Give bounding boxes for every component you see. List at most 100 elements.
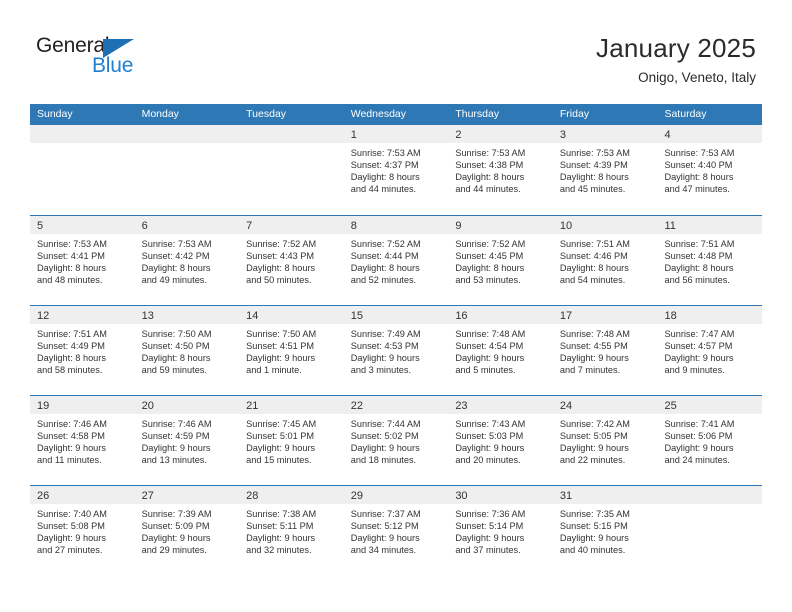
daylight-minutes-text: and 15 minutes. xyxy=(246,455,312,466)
day-cell[interactable]: 20 Sunrise: 7:46 AM Sunset: 4:59 PM Dayligh… xyxy=(134,396,240,485)
weekday-header-monday: Monday xyxy=(141,108,179,120)
sunrise-text: Sunrise: 7:43 AM xyxy=(455,419,526,429)
day-number-band: 27 xyxy=(134,486,240,504)
day-number: 4 xyxy=(664,129,671,141)
sunset-text: Sunset: 4:41 PM xyxy=(37,251,105,262)
daylight-minutes-text: and 48 minutes. xyxy=(37,275,103,286)
daylight-minutes-text: and 52 minutes. xyxy=(350,275,417,286)
day-cell[interactable]: 24 Sunrise: 7:42 AM Sunset: 5:05 PM Dayligh… xyxy=(552,396,658,485)
daylight-minutes-text: and 44 minutes. xyxy=(455,184,521,195)
sunrise-text: Sunrise: 7:44 AM xyxy=(350,419,421,429)
day-cell[interactable]: 30 Sunrise: 7:36 AM Sunset: 5:14 PM Dayligh… xyxy=(448,486,553,575)
day-number: 28 xyxy=(246,490,259,502)
day-cell[interactable]: 18 Sunrise: 7:47 AM Sunset: 4:57 PM Dayligh… xyxy=(657,306,763,395)
day-details: Sunrise: 7:36 AM Sunset: 5:14 PM Daylight:… xyxy=(448,504,553,556)
daylight-text: Daylight: 8 hours xyxy=(664,263,734,274)
day-cell[interactable]: 29 Sunrise: 7:37 AM Sunset: 5:12 PM Dayligh… xyxy=(343,486,449,575)
daylight-text: Daylight: 9 hours xyxy=(350,533,420,544)
day-cell[interactable]: 2 Sunrise: 7:53 AM Sunset: 4:38 PM Daylight… xyxy=(448,125,553,215)
day-cell[interactable]: 22 Sunrise: 7:44 AM Sunset: 5:02 PM Dayligh… xyxy=(343,396,449,485)
daylight-text: Daylight: 8 hours xyxy=(455,172,525,183)
sunrise-text: Sunrise: 7:38 AM xyxy=(246,509,317,519)
day-cell[interactable]: 19 Sunrise: 7:46 AM Sunset: 4:58 PM Dayligh… xyxy=(30,396,135,485)
day-number: 21 xyxy=(246,400,259,412)
day-number-band: 15 xyxy=(343,306,449,324)
day-number-band xyxy=(134,125,240,143)
sunset-text: Sunset: 5:03 PM xyxy=(455,431,524,442)
day-cell[interactable]: 6 Sunrise: 7:53 AM Sunset: 4:42 PM Daylight… xyxy=(134,216,240,305)
day-cell[interactable]: 5 Sunrise: 7:53 AM Sunset: 4:41 PM Daylight… xyxy=(30,216,135,305)
general-blue-logo[interactable]: General Blue xyxy=(36,32,236,88)
day-cell[interactable]: 3 Sunrise: 7:53 AM Sunset: 4:39 PM Daylight… xyxy=(552,125,658,215)
day-cell[interactable]: 4 Sunrise: 7:53 AM Sunset: 4:40 PM Daylight… xyxy=(657,125,763,215)
day-number-band: 13 xyxy=(134,306,240,324)
day-cell-empty xyxy=(30,125,135,215)
day-cell[interactable]: 31 Sunrise: 7:35 AM Sunset: 5:15 PM Dayligh… xyxy=(552,486,658,575)
sunrise-text: Sunrise: 7:46 AM xyxy=(141,419,212,429)
day-details: Sunrise: 7:51 AM Sunset: 4:46 PM Daylight:… xyxy=(553,234,658,286)
sunset-text: Sunset: 5:06 PM xyxy=(664,431,733,442)
day-details: Sunrise: 7:35 AM Sunset: 5:15 PM Daylight:… xyxy=(553,504,658,556)
day-cell[interactable]: 12 Sunrise: 7:51 AM Sunset: 4:49 PM Dayligh… xyxy=(30,306,135,395)
daylight-text: Daylight: 9 hours xyxy=(246,533,316,544)
day-cell[interactable]: 11 Sunrise: 7:51 AM Sunset: 4:48 PM Dayligh… xyxy=(657,216,763,305)
day-cell[interactable]: 1 Sunrise: 7:53 AM Sunset: 4:37 PM Daylight… xyxy=(343,125,449,215)
sunrise-text: Sunrise: 7:50 AM xyxy=(246,329,317,339)
day-cell-empty xyxy=(657,486,763,575)
day-number-band: 10 xyxy=(552,216,658,234)
sunset-text: Sunset: 4:59 PM xyxy=(141,431,210,442)
day-number: 26 xyxy=(37,490,50,502)
day-number: 2 xyxy=(455,129,462,141)
calendar-page: General Blue January 2025 Onigo, Veneto,… xyxy=(0,0,792,612)
sunset-text: Sunset: 4:55 PM xyxy=(559,341,628,352)
day-cell-empty xyxy=(239,125,344,215)
day-cell[interactable]: 8 Sunrise: 7:52 AM Sunset: 4:44 PM Daylight… xyxy=(343,216,449,305)
daylight-text: Daylight: 8 hours xyxy=(37,263,106,274)
daylight-text: Daylight: 9 hours xyxy=(559,533,629,544)
calendar-week-row: 12 Sunrise: 7:51 AM Sunset: 4:49 PM Dayligh… xyxy=(30,305,763,395)
sunset-text: Sunset: 5:11 PM xyxy=(246,521,314,532)
sunset-text: Sunset: 5:09 PM xyxy=(141,521,210,532)
daylight-minutes-text: and 7 minutes. xyxy=(559,365,621,376)
day-cell[interactable]: 21 Sunrise: 7:45 AM Sunset: 5:01 PM Dayligh… xyxy=(239,396,344,485)
day-cell[interactable]: 28 Sunrise: 7:38 AM Sunset: 5:11 PM Dayligh… xyxy=(239,486,344,575)
day-number-band: 6 xyxy=(134,216,240,234)
sunrise-text: Sunrise: 7:39 AM xyxy=(141,509,212,519)
day-cell[interactable]: 10 Sunrise: 7:51 AM Sunset: 4:46 PM Dayligh… xyxy=(552,216,658,305)
day-number-band: 18 xyxy=(657,306,763,324)
day-cell[interactable]: 17 Sunrise: 7:48 AM Sunset: 4:55 PM Dayligh… xyxy=(552,306,658,395)
daylight-minutes-text: and 24 minutes. xyxy=(664,455,730,466)
daylight-text: Daylight: 9 hours xyxy=(455,443,525,454)
daylight-minutes-text: and 18 minutes. xyxy=(350,455,417,466)
weekday-header-tuesday: Tuesday xyxy=(246,108,287,120)
day-number-band: 23 xyxy=(448,396,553,414)
sunrise-text: Sunrise: 7:53 AM xyxy=(350,148,421,158)
day-cell[interactable]: 9 Sunrise: 7:52 AM Sunset: 4:45 PM Daylight… xyxy=(448,216,553,305)
day-cell[interactable]: 23 Sunrise: 7:43 AM Sunset: 5:03 PM Dayligh… xyxy=(448,396,553,485)
day-cell[interactable]: 13 Sunrise: 7:50 AM Sunset: 4:50 PM Dayligh… xyxy=(134,306,240,395)
daylight-minutes-text: and 44 minutes. xyxy=(350,184,417,195)
day-number: 10 xyxy=(559,220,573,232)
sunset-text: Sunset: 5:01 PM xyxy=(246,431,315,442)
daylight-minutes-text: and 34 minutes. xyxy=(350,545,417,556)
day-number-band: 31 xyxy=(552,486,658,504)
sunrise-text: Sunrise: 7:36 AM xyxy=(455,509,526,519)
day-cell[interactable]: 14 Sunrise: 7:50 AM Sunset: 4:51 PM Dayligh… xyxy=(239,306,344,395)
day-cell-empty xyxy=(134,125,240,215)
daylight-minutes-text: and 53 minutes. xyxy=(455,275,521,286)
sunrise-text: Sunrise: 7:53 AM xyxy=(664,148,735,158)
day-cell[interactable]: 15 Sunrise: 7:49 AM Sunset: 4:53 PM Dayligh… xyxy=(343,306,449,395)
day-cell[interactable]: 16 Sunrise: 7:48 AM Sunset: 4:54 PM Dayligh… xyxy=(448,306,553,395)
day-details: Sunrise: 7:39 AM Sunset: 5:09 PM Daylight:… xyxy=(135,504,240,556)
sunset-text: Sunset: 4:54 PM xyxy=(455,341,524,352)
day-number-band: 12 xyxy=(30,306,135,324)
day-cell[interactable]: 25 Sunrise: 7:41 AM Sunset: 5:06 PM Dayligh… xyxy=(657,396,763,485)
day-cell[interactable]: 7 Sunrise: 7:52 AM Sunset: 4:43 PM Daylight… xyxy=(239,216,344,305)
sunset-text: Sunset: 5:08 PM xyxy=(37,521,105,532)
day-cell[interactable]: 27 Sunrise: 7:39 AM Sunset: 5:09 PM Dayligh… xyxy=(134,486,240,575)
daylight-text: Daylight: 9 hours xyxy=(37,533,106,544)
sunset-text: Sunset: 4:50 PM xyxy=(141,341,210,352)
day-cell[interactable]: 26 Sunrise: 7:40 AM Sunset: 5:08 PM Dayligh… xyxy=(30,486,135,575)
daylight-minutes-text: and 47 minutes. xyxy=(664,184,730,195)
daylight-text: Daylight: 9 hours xyxy=(37,443,106,454)
